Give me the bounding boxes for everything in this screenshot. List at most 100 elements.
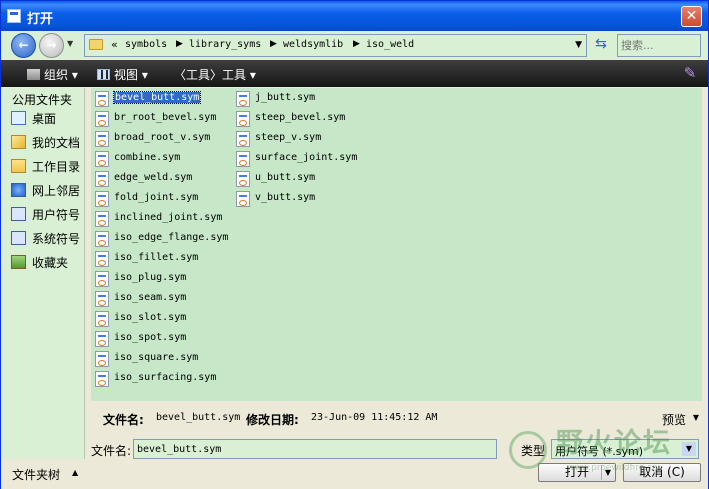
folder-icon — [89, 39, 103, 50]
file-name: edge_weld.sym — [114, 172, 193, 183]
sidebar-item-my-documents[interactable]: 我的文档 — [11, 133, 83, 151]
sym-file-icon — [236, 91, 250, 107]
details-bar: 文件名: bevel_butt.sym 修改日期: 23-Jun-09 11:4… — [91, 404, 702, 431]
working-directory-icon — [11, 159, 26, 173]
filename-input[interactable] — [133, 439, 497, 459]
sym-file-icon — [95, 211, 109, 227]
open-button[interactable]: 打开 ▼ — [538, 463, 616, 482]
file-name: iso_surfacing.sym — [114, 372, 217, 383]
sym-file-icon — [95, 371, 109, 387]
sym-file-icon — [236, 191, 250, 207]
sidebar-item-label: 网上邻居 — [32, 184, 81, 198]
file-name: iso_edge_flange.sym — [114, 232, 229, 243]
breadcrumb-item[interactable]: library_syms — [189, 39, 261, 50]
window-title: 打开 — [27, 12, 54, 27]
details-filename-label: 文件名: — [103, 413, 144, 427]
sym-file-icon — [236, 171, 250, 187]
chevron-right-icon[interactable]: ▶ — [270, 39, 277, 49]
sym-file-icon — [95, 231, 109, 247]
chevron-down-icon[interactable]: ▼ — [682, 442, 696, 456]
file-list[interactable]: bevel_butt.sym br_root_bevel.sym broad_r… — [91, 88, 702, 401]
sidebar-header: 公用文件夹 — [12, 93, 73, 107]
sym-file-icon — [95, 251, 109, 267]
sidebar-item-network[interactable]: 网上邻居 — [11, 181, 83, 199]
sym-file-icon — [95, 171, 109, 187]
chevron-down-icon[interactable]: ▼ — [601, 465, 614, 480]
sidebar-item-label: 用户符号 — [32, 208, 81, 222]
views-menu[interactable]: 视图 ▾ — [97, 66, 148, 83]
folder-tree-toggle[interactable]: 文件夹树 — [12, 466, 60, 483]
sidebar-item-working-directory[interactable]: 工作目录 — [11, 157, 83, 175]
sym-file-icon — [95, 311, 109, 327]
sym-file-icon — [236, 111, 250, 127]
sym-file-icon — [236, 131, 250, 147]
desktop-icon — [11, 111, 26, 125]
tools-menu[interactable]: 〈工具〉工具 ▾ — [174, 66, 256, 83]
file-name: v_butt.sym — [255, 192, 316, 203]
title-bar[interactable]: 打开 ✕ — [1, 1, 708, 31]
sidebar-item-favorites[interactable]: 收藏夹 — [11, 253, 83, 271]
file-name: iso_fillet.sym — [114, 252, 199, 263]
sidebar-item-system-symbols[interactable]: 系统符号 — [11, 229, 83, 247]
file-name: surface_joint.sym — [255, 152, 358, 163]
details-filename-value: bevel_butt.sym — [156, 412, 241, 423]
history-dropdown-icon[interactable]: ▼ — [67, 39, 73, 48]
file-name: iso_slot.sym — [114, 312, 187, 323]
organize-menu[interactable]: 组织 ▾ — [27, 66, 78, 83]
file-name: iso_plug.sym — [114, 272, 187, 283]
file-name: j_butt.sym — [255, 92, 316, 103]
window-icon — [7, 9, 21, 23]
sidebar-item-label: 系统符号 — [32, 232, 81, 246]
arrow-left-icon: ← — [18, 38, 29, 52]
open-dialog: 打开 ✕ ← → ▼ « symbols ▶ library_syms ▶ we… — [0, 0, 709, 489]
refresh-icon: ⇆ — [595, 36, 607, 52]
file-name: broad_root_v.sym — [114, 132, 211, 143]
bottom-bar: 文件夹树 ▲ 打开 ▼ 取消 (C) — [1, 460, 708, 489]
filename-label: 文件名: — [91, 444, 132, 458]
sym-file-icon — [95, 191, 109, 207]
system-symbols-icon — [11, 231, 26, 245]
help-icon[interactable]: ✎ — [682, 64, 698, 82]
file-type-value: 用户符号 (*.sym) — [555, 445, 644, 458]
views-icon — [97, 69, 110, 80]
search-input[interactable] — [618, 35, 700, 56]
cancel-button[interactable]: 取消 (C) — [623, 463, 701, 482]
file-name: iso_square.sym — [114, 352, 199, 363]
sym-file-icon — [236, 151, 250, 167]
breadcrumb-item[interactable]: iso_weld — [366, 39, 414, 50]
details-modified-value: 23-Jun-09 11:45:12 AM — [311, 412, 438, 423]
file-type-select[interactable]: 用户符号 (*.sym) ▼ — [551, 439, 699, 459]
breadcrumb-item[interactable]: symbols — [125, 39, 167, 50]
network-icon — [11, 183, 26, 197]
file-name: iso_spot.sym — [114, 332, 187, 343]
breadcrumb-item[interactable]: weldsymlib — [283, 39, 343, 50]
file-name: steep_bevel.sym — [255, 112, 346, 123]
sym-file-icon — [95, 351, 109, 367]
file-type-label: 类型 — [521, 444, 546, 458]
sidebar-item-desktop[interactable]: 桌面 — [11, 109, 83, 127]
chevron-right-icon[interactable]: ▶ — [353, 39, 360, 49]
favorites-icon — [11, 255, 26, 269]
address-bar[interactable]: « symbols ▶ library_syms ▶ weldsymlib ▶ … — [84, 34, 587, 57]
search-box[interactable] — [617, 34, 701, 57]
chevron-up-icon[interactable]: ▲ — [72, 468, 78, 477]
command-toolbar: 组织 ▾ 视图 ▾ 〈工具〉工具 ▾ ✎ — [1, 60, 708, 87]
sidebar: 公用文件夹 桌面 我的文档 工作目录 网上邻居 用户符号 系统符号 收藏夹 — [1, 88, 85, 459]
sym-file-icon — [95, 111, 109, 127]
file-name: iso_seam.sym — [114, 292, 187, 303]
chevron-right-icon[interactable]: ▶ — [176, 39, 183, 49]
back-button[interactable]: ← — [11, 33, 36, 58]
address-dropdown-icon[interactable]: ▼ — [575, 40, 582, 50]
sidebar-item-label: 桌面 — [32, 112, 57, 126]
sidebar-item-user-symbols[interactable]: 用户符号 — [11, 205, 83, 223]
arrow-right-icon: → — [46, 38, 57, 52]
sidebar-item-label: 工作目录 — [32, 160, 81, 174]
preview-toggle[interactable]: 预览 — [662, 411, 686, 428]
forward-button[interactable]: → — [39, 33, 64, 58]
breadcrumb-overflow[interactable]: « — [111, 38, 118, 51]
details-modified-label: 修改日期: — [246, 413, 299, 427]
refresh-button[interactable]: ⇆ — [590, 36, 612, 56]
close-button[interactable]: ✕ — [681, 6, 702, 27]
file-name: bevel_butt.sym — [112, 91, 202, 104]
chevron-down-icon[interactable]: ▼ — [693, 413, 699, 422]
